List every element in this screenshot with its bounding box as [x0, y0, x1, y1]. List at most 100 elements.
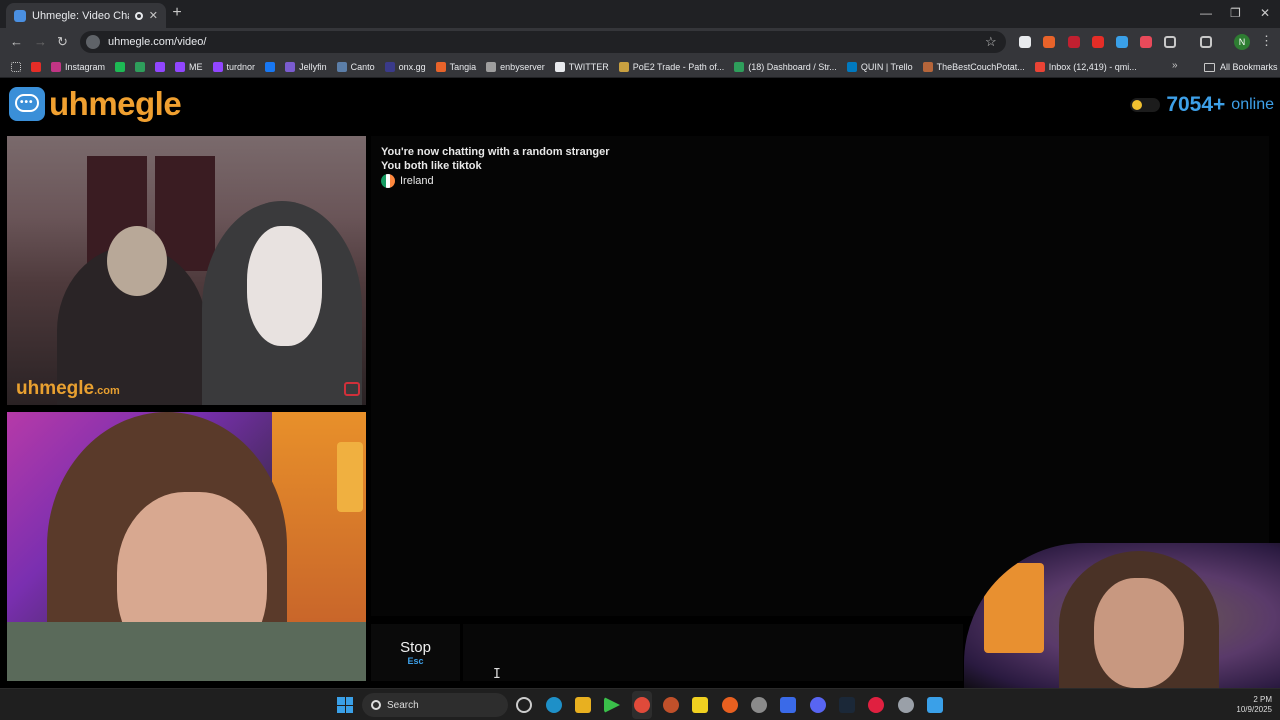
bookmark-favicon-icon: [846, 61, 857, 72]
bookmarks-bar: Instagram ME turdnor Jellyfin Canto onx.gg Tan…: [0, 56, 1280, 78]
profile-avatar[interactable]: N: [1234, 34, 1250, 50]
bookmark-item[interactable]: onx.gg: [380, 57, 431, 77]
bookmark-item[interactable]: [110, 57, 130, 77]
back-button[interactable]: ←: [10, 34, 23, 49]
more-bookmarks-icon[interactable]: »: [1172, 60, 1178, 71]
online-counter: 7054+ online: [1130, 93, 1274, 117]
bookmark-item[interactable]: Inbox (12,419) - qmi...: [1030, 57, 1142, 77]
bookmark-item[interactable]: enbyserver: [481, 57, 550, 77]
extension-badge-icon[interactable]: [1068, 36, 1080, 48]
bookmark-favicon-icon: [265, 61, 276, 72]
extension-translate-icon[interactable]: [1116, 36, 1128, 48]
bookmark-star-icon[interactable]: ☆: [985, 34, 997, 50]
bookmark-label: TheBestCouchPotat...: [936, 61, 1025, 72]
reload-button[interactable]: ↻: [57, 34, 68, 50]
message-input[interactable]: [463, 624, 963, 681]
restore-button[interactable]: ❐: [1230, 6, 1241, 20]
bookmark-item[interactable]: turdnor: [208, 57, 261, 77]
bookmark-favicon-icon: [135, 61, 146, 72]
chrome-icon[interactable]: [634, 697, 650, 713]
chat-bubble-logo-icon: •••: [9, 87, 45, 121]
bookmark-favicon-icon: [618, 61, 629, 72]
logo-text: uhmegle: [49, 85, 182, 122]
bookmark-item[interactable]: [130, 57, 150, 77]
forward-button[interactable]: →: [34, 34, 47, 49]
bookmark-label: enbyserver: [500, 61, 545, 72]
site-logo[interactable]: ••• uhmegle: [9, 85, 182, 122]
bookmark-label: QUIN | Trello: [860, 61, 913, 72]
app-icon[interactable]: [751, 697, 767, 713]
bookmark-label: Canto: [350, 61, 375, 72]
bookmark-item[interactable]: (18) Dashboard / Str...: [729, 57, 842, 77]
windows-taskbar: Search 2 PM 10/9/2025: [0, 688, 1280, 720]
edge-icon[interactable]: [546, 697, 562, 713]
bookmark-favicon-icon: [155, 61, 166, 72]
system-clock[interactable]: 2 PM 10/9/2025: [1224, 695, 1272, 715]
windows-start-icon[interactable]: [337, 697, 353, 713]
stop-shortcut: Esc: [407, 656, 424, 666]
firefox-icon[interactable]: [722, 697, 738, 713]
minimize-button[interactable]: —: [1200, 6, 1212, 20]
extensions-puzzle-icon[interactable]: [1164, 36, 1176, 48]
site-info-icon[interactable]: [86, 35, 100, 49]
discord-icon[interactable]: [810, 697, 826, 713]
extension-youtube-icon[interactable]: [1092, 36, 1104, 48]
extension-k-icon[interactable]: [1019, 36, 1031, 48]
media-player-icon[interactable]: [604, 697, 620, 713]
report-flag-icon[interactable]: [344, 382, 360, 396]
online-label: online: [1231, 96, 1274, 113]
browser-menu-icon[interactable]: ⋮: [1260, 33, 1273, 49]
recording-icon: [134, 11, 143, 20]
clock-date: 10/9/2025: [1236, 705, 1272, 714]
app-icon[interactable]: [780, 697, 796, 713]
self-video: [7, 412, 366, 681]
bookmark-item[interactable]: Jellyfin: [280, 57, 332, 77]
bookmark-item[interactable]: ME: [170, 57, 208, 77]
online-count: 7054+: [1166, 93, 1226, 116]
search-label: Search: [387, 699, 419, 711]
tab-search-icon[interactable]: [1200, 36, 1212, 48]
bookmark-item[interactable]: TheBestCouchPotat...: [918, 57, 1030, 77]
stop-label: Stop: [400, 639, 431, 656]
bookmark-item[interactable]: Instagram: [46, 57, 110, 77]
close-tab-icon[interactable]: ✕: [149, 9, 158, 22]
address-bar[interactable]: uhmegle.com/video/: [80, 31, 1006, 53]
theme-toggle[interactable]: [1130, 98, 1161, 112]
sticky-notes-icon[interactable]: [692, 697, 708, 713]
bookmark-item[interactable]: Tangia: [431, 57, 482, 77]
tab-title: Uhmegle: Video Chat | Ome: [32, 9, 129, 22]
app-icon[interactable]: [663, 697, 679, 713]
extension-red-icon[interactable]: [1140, 36, 1152, 48]
self-pip-video[interactable]: [964, 543, 1280, 693]
pip-face: [1094, 578, 1184, 688]
bookmark-item[interactable]: PoE2 Trade - Path of...: [614, 57, 730, 77]
stop-button[interactable]: Stop Esc: [371, 624, 460, 681]
bookmark-item[interactable]: Canto: [332, 57, 380, 77]
settings-gear-icon[interactable]: [898, 697, 914, 713]
bookmark-item[interactable]: TWITTER: [550, 57, 614, 77]
taskbar-search[interactable]: Search: [362, 693, 508, 717]
browser-tab-active[interactable]: Uhmegle: Video Chat | Ome ✕: [6, 3, 166, 28]
url-text: uhmegle.com/video/: [108, 36, 207, 48]
bookmark-item[interactable]: [260, 57, 280, 77]
extension-fox-icon[interactable]: [1043, 36, 1055, 48]
apps-grid-icon[interactable]: [6, 57, 26, 77]
copilot-icon[interactable]: [516, 697, 532, 713]
bookmark-item[interactable]: [26, 57, 46, 77]
bookmark-item[interactable]: [150, 57, 170, 77]
bookmark-favicon-icon: [486, 61, 497, 72]
bookmark-label: onx.gg: [398, 61, 426, 72]
file-explorer-icon[interactable]: [575, 697, 591, 713]
notepad-icon[interactable]: [927, 697, 943, 713]
browser-toolbar: ← → ↻ uhmegle.com/video/ ☆ N ⋮: [0, 28, 1280, 56]
all-bookmarks-label: All Bookmarks: [1220, 62, 1278, 72]
bookmark-favicon-icon: [1034, 61, 1045, 72]
new-tab-button[interactable]: +: [170, 4, 184, 22]
steam-icon[interactable]: [839, 697, 855, 713]
app-icon[interactable]: [868, 697, 884, 713]
close-window-button[interactable]: ✕: [1260, 6, 1270, 20]
all-bookmarks-button[interactable]: All Bookmarks: [1204, 58, 1278, 76]
bookmark-favicon-icon: [435, 61, 446, 72]
system-message: You both like tiktok: [381, 160, 482, 172]
bookmark-item[interactable]: QUIN | Trello: [842, 57, 918, 77]
